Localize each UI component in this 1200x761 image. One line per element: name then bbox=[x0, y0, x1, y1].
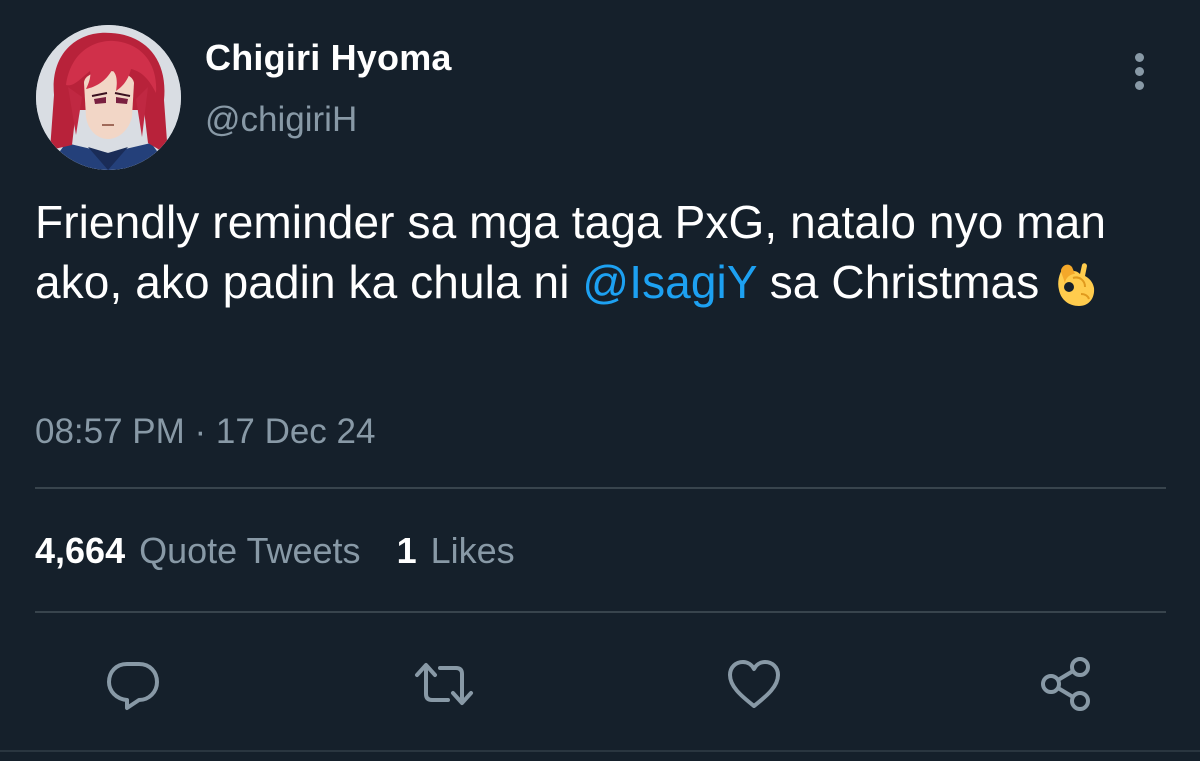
avatar-image bbox=[36, 25, 181, 170]
tweet-stats: 4,664 Quote Tweets 1 Likes bbox=[35, 530, 551, 572]
like-button[interactable] bbox=[724, 654, 784, 714]
reply-button[interactable] bbox=[103, 654, 163, 714]
like-icon bbox=[728, 660, 780, 708]
more-options-icon[interactable] bbox=[1118, 48, 1162, 96]
quote-tweets-count: 4,664 bbox=[35, 530, 126, 571]
quote-tweets-label: Quote Tweets bbox=[139, 530, 361, 571]
divider bbox=[35, 487, 1166, 489]
retweet-icon bbox=[415, 663, 473, 705]
mention-link[interactable]: @IsagiY bbox=[582, 256, 756, 308]
tweet-timestamp[interactable]: 08:57 PM · 17 Dec 24 bbox=[35, 412, 375, 452]
tweet-detail: Chigiri Hyoma @chigiriH Friendly reminde… bbox=[0, 0, 1200, 761]
ok-hand-emoji-icon bbox=[1053, 260, 1097, 322]
avatar[interactable] bbox=[36, 25, 181, 170]
author-handle[interactable]: @chigiriH bbox=[205, 100, 357, 140]
divider bbox=[0, 750, 1200, 752]
quote-tweets-stat[interactable]: 4,664 Quote Tweets bbox=[35, 530, 361, 572]
divider bbox=[35, 611, 1166, 613]
likes-count: 1 bbox=[396, 530, 417, 571]
reply-icon bbox=[107, 662, 159, 710]
likes-stat[interactable]: 1 Likes bbox=[397, 530, 515, 572]
likes-label: Likes bbox=[430, 530, 515, 571]
share-icon bbox=[1041, 657, 1090, 711]
share-button[interactable] bbox=[1038, 654, 1098, 714]
retweet-button[interactable] bbox=[414, 654, 474, 714]
tweet-text: Friendly reminder sa mga taga PxG, natal… bbox=[35, 192, 1155, 322]
author-display-name[interactable]: Chigiri Hyoma bbox=[205, 37, 452, 79]
tweet-text-part: sa Christmas bbox=[756, 256, 1040, 308]
